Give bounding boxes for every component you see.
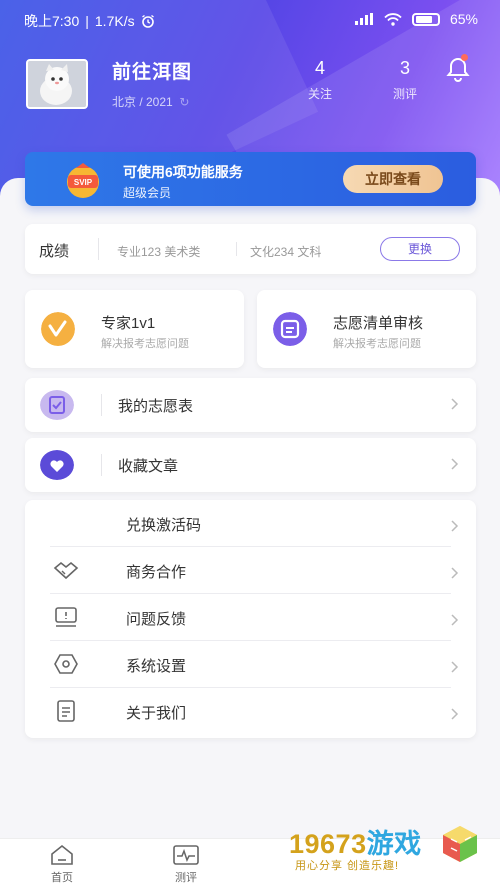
chevron-right-icon [451, 458, 459, 470]
tab-evaluation[interactable]: 测评 [156, 844, 216, 885]
my-application-row[interactable]: 我的志愿表 [25, 378, 476, 432]
clipboard-icon [40, 390, 74, 420]
battery-icon [411, 12, 440, 26]
user-name[interactable]: 前往洱图 [112, 57, 192, 84]
battery-level: 65 [449, 11, 466, 27]
settings-menu: 兑换激活码 商务合作 问题反馈 系统设置 关于我们 [25, 500, 476, 738]
chevron-right-icon [451, 661, 459, 673]
document-icon [57, 700, 75, 722]
tab-home[interactable]: 首页 [32, 844, 92, 885]
chevron-right-icon [451, 520, 459, 532]
service-subtitle: 解决报考志愿问题 [333, 338, 421, 350]
stat-evaluation[interactable]: 3 测评 [380, 58, 430, 102]
service-title: 专家1v1 [101, 315, 156, 332]
chevron-right-icon [451, 398, 459, 410]
vip-title: 可使用6项功能服务 [123, 164, 243, 180]
wifi-icon [384, 12, 402, 26]
handshake-icon [53, 561, 79, 580]
svip-badge-icon: SVIP [67, 163, 99, 198]
cat-avatar-icon [28, 60, 86, 107]
divider [236, 242, 237, 256]
chevron-right-icon [451, 708, 459, 720]
menu-item-business[interactable]: 商务合作 [25, 547, 476, 594]
application-review-card[interactable]: 志愿清单审核 解决报考志愿问题 [257, 290, 476, 368]
notification-dot [461, 54, 468, 61]
watermark-name: 游戏 [366, 829, 422, 859]
watermark-number: 19673 [289, 829, 367, 859]
refresh-icon: ↻ [176, 95, 190, 109]
stat-follow[interactable]: 4 关注 [295, 58, 345, 102]
svg-text:SVIP: SVIP [74, 178, 93, 187]
settings-hexagon-icon [54, 654, 78, 674]
expert-1v1-card[interactable]: 专家1v1 解决报考志愿问题 [25, 290, 244, 368]
status-bar: 晚上7:30 | 1.7K/s 65% [24, 11, 478, 29]
chevron-right-icon [451, 614, 459, 626]
cube-logo-icon [443, 826, 477, 862]
vip-subtitle: 超级会员 [123, 186, 172, 200]
menu-item-settings[interactable]: 系统设置 [25, 641, 476, 688]
heart-icon [40, 450, 74, 480]
favorite-articles-row[interactable]: 收藏文章 [25, 438, 476, 492]
change-score-button[interactable]: 更换 [380, 237, 460, 261]
row-label: 我的志愿表 [118, 398, 194, 415]
user-location: 北京 / 2021 ↻ [112, 95, 190, 109]
home-icon [51, 844, 73, 865]
row-label: 收藏文章 [118, 458, 179, 475]
signal-icon [354, 13, 373, 25]
status-time: 晚上7:30 [24, 13, 80, 29]
divider [98, 238, 99, 260]
score-culture: 文化234 文科 [250, 245, 322, 259]
score-title: 成绩 [39, 243, 70, 260]
service-title: 志愿清单审核 [333, 315, 424, 332]
watermark-logo: 19673游戏 用心分享 创造乐趣! [283, 822, 483, 872]
watermark-slogan: 用心分享 创造乐趣! [295, 860, 400, 872]
alarm-icon [141, 14, 154, 28]
menu-item-about[interactable]: 关于我们 [25, 688, 476, 735]
service-subtitle: 解决报考志愿问题 [101, 338, 189, 350]
checklist-icon [273, 312, 307, 346]
feedback-icon [55, 607, 77, 627]
menu-item-redeem-code[interactable]: 兑换激活码 [25, 500, 476, 547]
view-now-button[interactable]: 立即查看 [343, 165, 443, 193]
network-speed: 1.7K/s [94, 13, 135, 29]
notification-button[interactable] [446, 54, 470, 87]
user-profile[interactable]: 前往洱图 北京 / 2021 ↻ [26, 57, 192, 110]
score-major: 专业123 美术类 [117, 245, 201, 259]
avatar[interactable] [26, 58, 88, 109]
vip-banner[interactable]: SVIP 可使用6项功能服务 超级会员 立即查看 [25, 152, 476, 206]
score-card: 成绩 专业123 美术类 文化234 文科 更换 [25, 224, 476, 274]
pulse-icon [173, 845, 199, 865]
menu-item-feedback[interactable]: 问题反馈 [25, 594, 476, 641]
expert-icon [41, 312, 75, 346]
chevron-right-icon [451, 567, 459, 579]
